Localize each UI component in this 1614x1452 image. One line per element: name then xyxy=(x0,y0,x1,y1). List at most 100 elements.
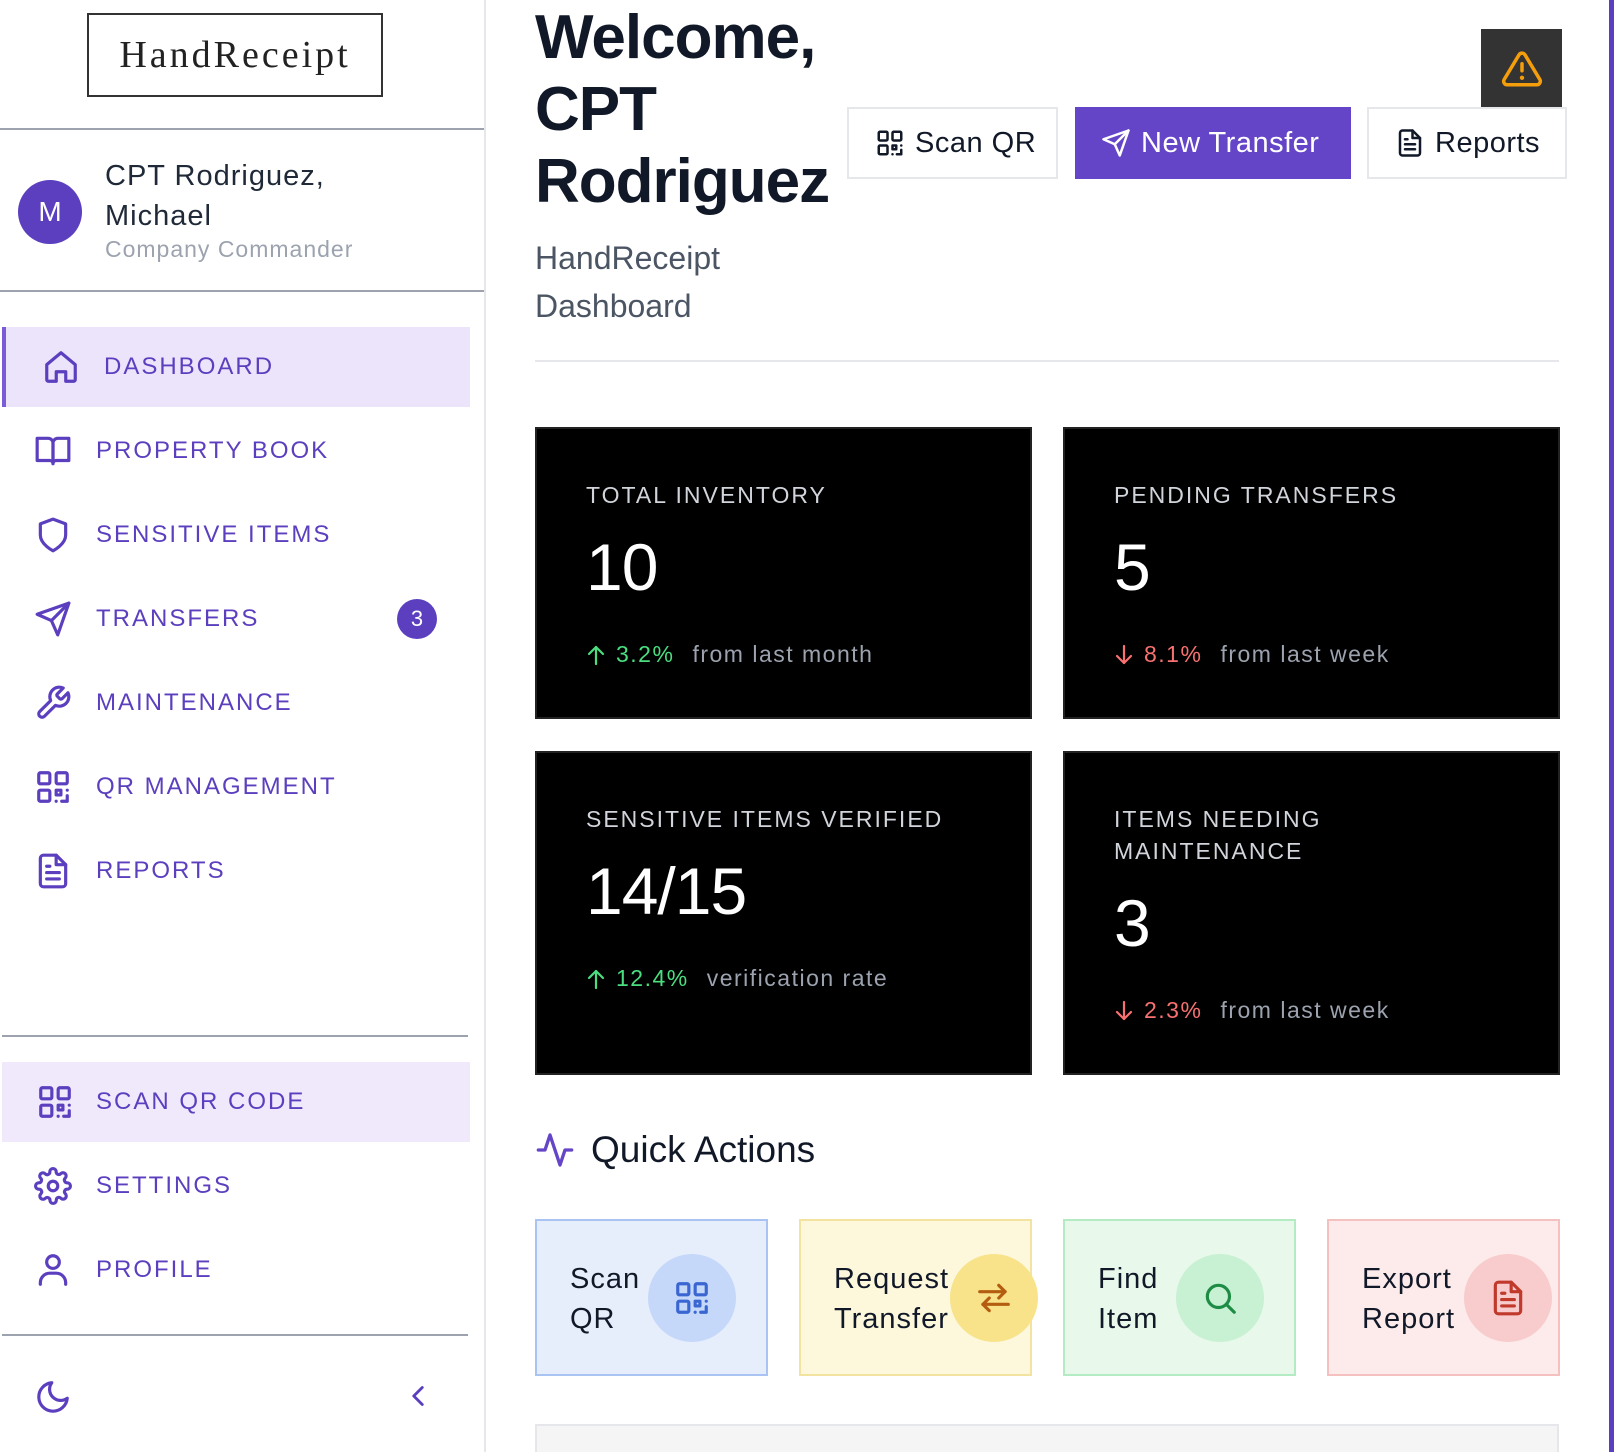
stat-label: PENDING TRANSFERS xyxy=(1114,482,1399,508)
stat-change-note: from last week xyxy=(1220,641,1390,667)
quick-action-export-report[interactable]: Export Report xyxy=(1327,1219,1560,1376)
qr-icon xyxy=(39,1086,71,1118)
sidebar-item-sensitive-items[interactable]: SENSITIVE ITEMS xyxy=(0,495,470,575)
stat-value: 5 xyxy=(1114,530,1151,604)
quick-action-scan-qr[interactable]: Scan QR xyxy=(535,1219,768,1376)
app-logo[interactable]: HandReceipt xyxy=(87,13,383,97)
new-transfer-button[interactable]: New Transfer xyxy=(1075,107,1351,179)
sidebar-item-dashboard[interactable]: DASHBOARD xyxy=(2,327,470,407)
stat-card-sensitive-items-verified[interactable]: SENSITIVE ITEMS VERIFIED 14/15 12.4% ver… xyxy=(535,751,1032,1075)
stat-change-percent: 8.1% xyxy=(1144,641,1203,667)
stat-change-note: from last month xyxy=(692,641,874,667)
stat-change-note: from last week xyxy=(1220,997,1390,1023)
arrow-down-icon xyxy=(1115,1000,1133,1020)
swap-arrows-icon xyxy=(978,1283,1010,1313)
sidebar-item-label: MAINTENANCE xyxy=(96,689,293,716)
user-name: CPT Rodriguez, Michael xyxy=(105,160,325,232)
reports-button[interactable]: Reports xyxy=(1367,107,1567,179)
sidebar-nav: DASHBOARD PROPERTY BOOK SENSITIVE ITEMS … xyxy=(0,327,470,915)
quick-action-label: Request Transfer xyxy=(834,1263,950,1335)
quick-action-icon-circle xyxy=(1176,1254,1264,1342)
quick-action-label: Scan QR xyxy=(570,1263,641,1335)
quick-actions-heading: Quick Actions xyxy=(535,1128,815,1172)
sidebar: HandReceipt M CPT Rodriguez, Michael Com… xyxy=(0,0,486,1452)
stat-change: 3.2% from last month xyxy=(586,641,873,668)
sidebar-item-label: REPORTS xyxy=(96,857,226,884)
stat-card-total-inventory[interactable]: TOTAL INVENTORY 10 3.2% from last month xyxy=(535,427,1032,719)
stat-value: 3 xyxy=(1114,886,1151,960)
sidebar-divider xyxy=(2,1334,468,1336)
quick-action-label: Export Report xyxy=(1362,1263,1456,1335)
stat-change-note: verification rate xyxy=(706,965,889,991)
stat-change-percent: 12.4% xyxy=(616,965,689,991)
quick-actions-title: Quick Actions xyxy=(591,1129,816,1170)
sidebar-item-property-book[interactable]: PROPERTY BOOK xyxy=(0,411,470,491)
sidebar-item-label: SCAN QR CODE xyxy=(96,1088,306,1115)
stat-value: 14/15 xyxy=(586,854,747,928)
logo-area: HandReceipt xyxy=(0,0,484,130)
home-icon xyxy=(45,351,77,383)
sidebar-item-profile[interactable]: PROFILE xyxy=(0,1230,470,1310)
avatar[interactable]: M xyxy=(18,180,82,244)
book-icon xyxy=(35,436,71,466)
header-divider xyxy=(535,360,1559,362)
sidebar-item-label: DASHBOARD xyxy=(104,353,275,380)
sidebar-item-label: TRANSFERS xyxy=(96,605,260,632)
arrow-up-icon xyxy=(587,645,605,665)
chevron-left-icon[interactable] xyxy=(401,1379,435,1413)
user-role: Company Commander xyxy=(105,236,354,262)
scan-qr-button[interactable]: Scan QR xyxy=(847,107,1058,179)
quick-action-label: Find Item xyxy=(1098,1263,1159,1335)
search-icon xyxy=(1205,1283,1236,1314)
stat-change: 2.3% from last week xyxy=(1114,997,1390,1024)
document-icon xyxy=(38,853,68,889)
sidebar-item-scan-qr-code[interactable]: SCAN QR CODE xyxy=(2,1062,470,1142)
main-content: Welcome, CPT Rodriguez HandReceipt Dashb… xyxy=(486,0,1614,1452)
qr-icon xyxy=(676,1282,708,1314)
sidebar-item-transfers[interactable]: TRANSFERS 3 xyxy=(0,579,470,659)
page-title: Welcome, CPT Rodriguez xyxy=(535,3,830,216)
arrow-down-icon xyxy=(1115,644,1133,664)
sidebar-item-settings[interactable]: SETTINGS xyxy=(0,1146,470,1226)
activity-icon xyxy=(536,1133,574,1167)
sidebar-divider xyxy=(2,1035,468,1037)
gear-icon xyxy=(34,1167,72,1205)
quick-action-icon-circle xyxy=(1464,1254,1552,1342)
stat-change-percent: 2.3% xyxy=(1144,997,1203,1023)
sidebar-secondary-nav: SCAN QR CODE SETTINGS PROFILE xyxy=(0,1062,470,1314)
stat-change: 12.4% verification rate xyxy=(586,965,888,992)
quick-action-find-item[interactable]: Find Item xyxy=(1063,1219,1296,1376)
new-transfer-label: New Transfer xyxy=(1141,126,1320,159)
stat-value: 10 xyxy=(586,530,658,604)
arrow-up-icon xyxy=(587,969,605,989)
scrollbar[interactable] xyxy=(1609,0,1614,1452)
scan-qr-label: Scan QR xyxy=(915,126,1037,159)
moon-icon[interactable] xyxy=(34,1378,72,1416)
wrench-icon xyxy=(37,685,71,719)
user-icon xyxy=(38,1254,68,1286)
document-icon xyxy=(1398,129,1422,157)
quick-action-request-transfer[interactable]: Request Transfer xyxy=(799,1219,1038,1376)
alert-button[interactable] xyxy=(1481,29,1562,109)
send-icon xyxy=(1102,129,1130,157)
stat-label: TOTAL INVENTORY xyxy=(586,482,827,508)
user-profile-card: M CPT Rodriguez, Michael Company Command… xyxy=(0,130,484,292)
sidebar-item-label: QR MANAGEMENT xyxy=(96,773,337,800)
document-icon xyxy=(1493,1280,1523,1316)
recent-activity-panel xyxy=(535,1424,1559,1452)
page-subtitle: HandReceipt Dashboard xyxy=(535,240,720,324)
reports-label: Reports xyxy=(1435,126,1541,159)
sidebar-item-reports[interactable]: REPORTS xyxy=(0,831,470,911)
stat-card-pending-transfers[interactable]: PENDING TRANSFERS 5 8.1% from last week xyxy=(1063,427,1560,719)
stat-change-percent: 3.2% xyxy=(616,641,675,667)
shield-icon xyxy=(38,517,68,553)
sidebar-item-qr-management[interactable]: QR MANAGEMENT xyxy=(0,747,470,827)
quick-action-icon-circle xyxy=(950,1254,1038,1342)
transfers-count-badge: 3 xyxy=(397,599,437,639)
stat-change: 8.1% from last week xyxy=(1114,641,1390,668)
sidebar-item-maintenance[interactable]: MAINTENANCE xyxy=(0,663,470,743)
send-icon xyxy=(35,601,71,637)
stat-card-items-needing-maintenance[interactable]: ITEMS NEEDING MAINTENANCE 3 2.3% from la… xyxy=(1063,751,1560,1075)
sidebar-item-label: SENSITIVE ITEMS xyxy=(96,521,332,548)
quick-action-icon-circle xyxy=(648,1254,736,1342)
